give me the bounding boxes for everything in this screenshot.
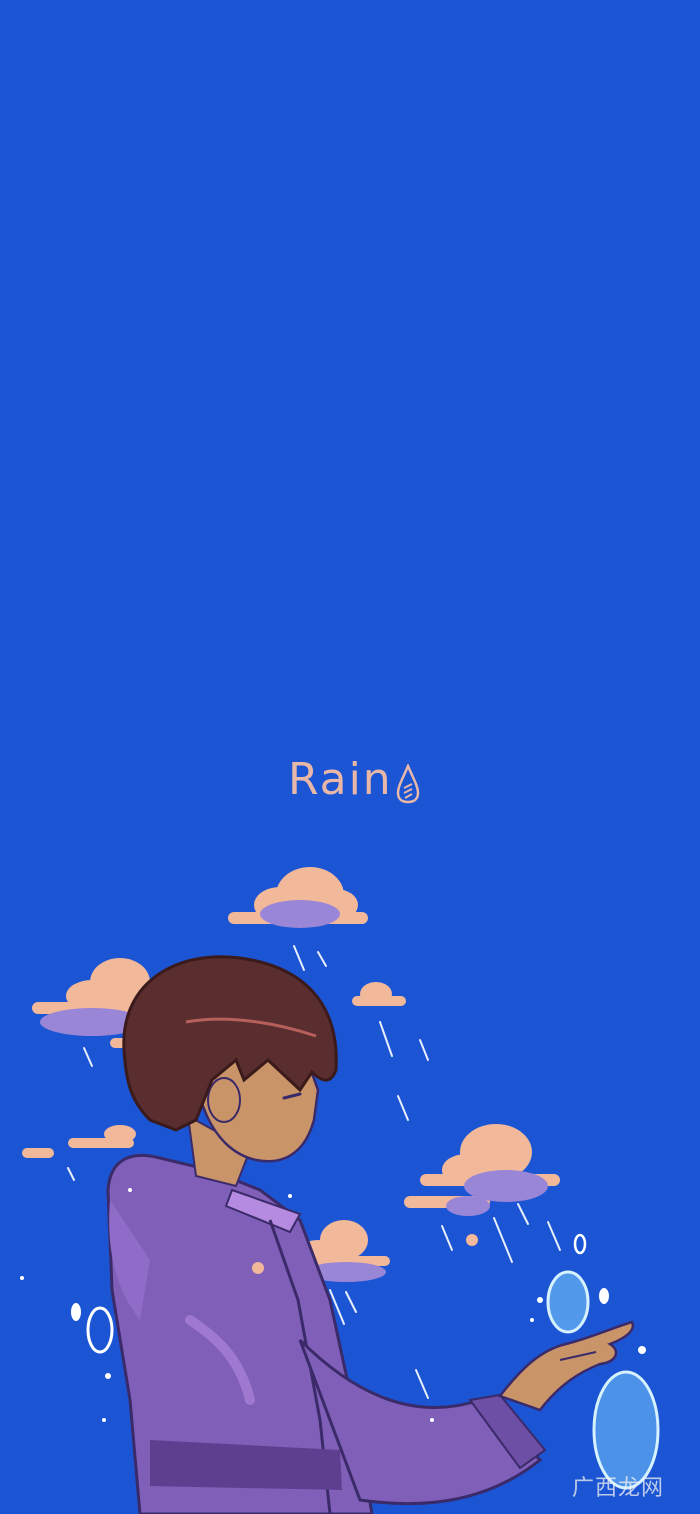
cloud-top bbox=[228, 867, 368, 928]
hoodie bbox=[106, 1153, 374, 1514]
cloud-small-left bbox=[22, 1125, 136, 1158]
boy-head bbox=[122, 955, 338, 1188]
cloud-small-right bbox=[352, 982, 406, 1006]
cloud-right bbox=[404, 1124, 560, 1216]
watermark: 广西龙网 bbox=[572, 1476, 665, 1501]
illustration bbox=[20, 867, 660, 1514]
rain-wallpaper: Rain 广西龙网 bbox=[0, 0, 700, 1514]
